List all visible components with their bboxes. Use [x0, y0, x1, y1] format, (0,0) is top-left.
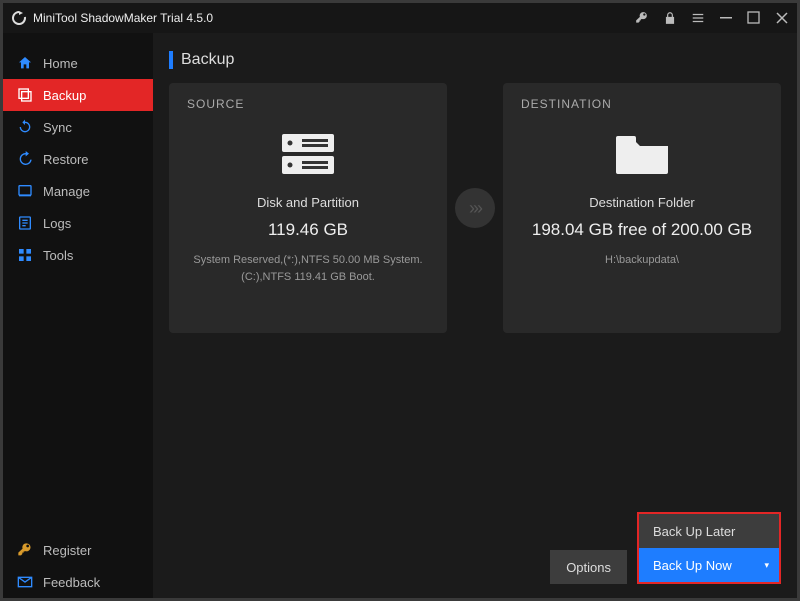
- restore-icon: [17, 151, 33, 167]
- key-icon[interactable]: [635, 11, 649, 25]
- folder-icon: [610, 127, 674, 181]
- destination-title: DESTINATION: [521, 97, 612, 111]
- sidebar-item-label: Register: [43, 543, 91, 558]
- main-panel: Backup SOURCE: [153, 33, 797, 598]
- logs-icon: [17, 215, 33, 231]
- backup-later-button[interactable]: Back Up Later: [639, 514, 779, 548]
- home-icon: [17, 55, 33, 71]
- destination-card[interactable]: DESTINATION Destination Folder 198.04 GB…: [503, 83, 781, 333]
- arrow-between: ›››: [447, 83, 503, 333]
- close-button[interactable]: [775, 11, 789, 25]
- caret-down-icon: ▾: [764, 560, 769, 571]
- app-logo-icon: [11, 10, 27, 26]
- source-type: Disk and Partition: [257, 195, 359, 210]
- sidebar-item-label: Tools: [43, 248, 73, 263]
- backup-dropdown: Back Up Later Back Up Now ▾: [637, 512, 781, 584]
- backup-now-label: Back Up Now: [653, 558, 732, 573]
- sidebar-item-manage[interactable]: Manage: [3, 175, 153, 207]
- mail-icon: [17, 574, 33, 590]
- chevrons-right-icon: ›››: [455, 188, 495, 228]
- titlebar: MiniTool ShadowMaker Trial 4.5.0: [3, 3, 797, 33]
- sidebar-item-label: Restore: [43, 152, 89, 167]
- options-button[interactable]: Options: [550, 550, 627, 584]
- sidebar-item-register[interactable]: Register: [3, 534, 153, 566]
- key-icon: [17, 542, 33, 558]
- sidebar-item-sync[interactable]: Sync: [3, 111, 153, 143]
- sidebar-item-label: Backup: [43, 88, 86, 103]
- sidebar: Home Backup Sync Restore Manage Logs: [3, 33, 153, 598]
- sidebar-item-logs[interactable]: Logs: [3, 207, 153, 239]
- minimize-button[interactable]: [719, 11, 733, 25]
- backup-icon: [17, 87, 33, 103]
- sidebar-item-restore[interactable]: Restore: [3, 143, 153, 175]
- destination-path: H:\backupdata\: [605, 252, 679, 269]
- destination-type: Destination Folder: [589, 195, 695, 210]
- source-title: SOURCE: [187, 97, 244, 111]
- page-title: Backup: [181, 51, 234, 69]
- sync-icon: [17, 119, 33, 135]
- app-window: MiniTool ShadowMaker Trial 4.5.0: [0, 0, 800, 601]
- page-heading: Backup: [169, 51, 781, 69]
- sidebar-item-label: Manage: [43, 184, 90, 199]
- lock-icon[interactable]: [663, 11, 677, 25]
- sidebar-item-label: Logs: [43, 216, 71, 231]
- source-card[interactable]: SOURCE Disk and Partit: [169, 83, 447, 333]
- menu-icon[interactable]: [691, 11, 705, 25]
- maximize-button[interactable]: [747, 11, 761, 25]
- sidebar-item-label: Home: [43, 56, 78, 71]
- disk-icon: [276, 127, 340, 181]
- heading-accent-bar: [169, 51, 173, 69]
- source-size: 119.46 GB: [268, 220, 348, 240]
- sidebar-item-tools[interactable]: Tools: [3, 239, 153, 271]
- tools-icon: [17, 247, 33, 263]
- cards-row: SOURCE Disk and Partit: [169, 83, 781, 333]
- destination-size: 198.04 GB free of 200.00 GB: [532, 220, 752, 240]
- manage-icon: [17, 183, 33, 199]
- sidebar-item-feedback[interactable]: Feedback: [3, 566, 153, 598]
- app-title: MiniTool ShadowMaker Trial 4.5.0: [33, 11, 213, 25]
- sidebar-item-backup[interactable]: Backup: [3, 79, 153, 111]
- bottom-bar: Options Back Up Later Back Up Now ▾: [550, 512, 781, 584]
- source-details: System Reserved,(*:),NTFS 50.00 MB Syste…: [187, 252, 429, 285]
- sidebar-item-label: Feedback: [43, 575, 100, 590]
- backup-now-button[interactable]: Back Up Now ▾: [639, 548, 779, 582]
- sidebar-item-home[interactable]: Home: [3, 47, 153, 79]
- sidebar-item-label: Sync: [43, 120, 72, 135]
